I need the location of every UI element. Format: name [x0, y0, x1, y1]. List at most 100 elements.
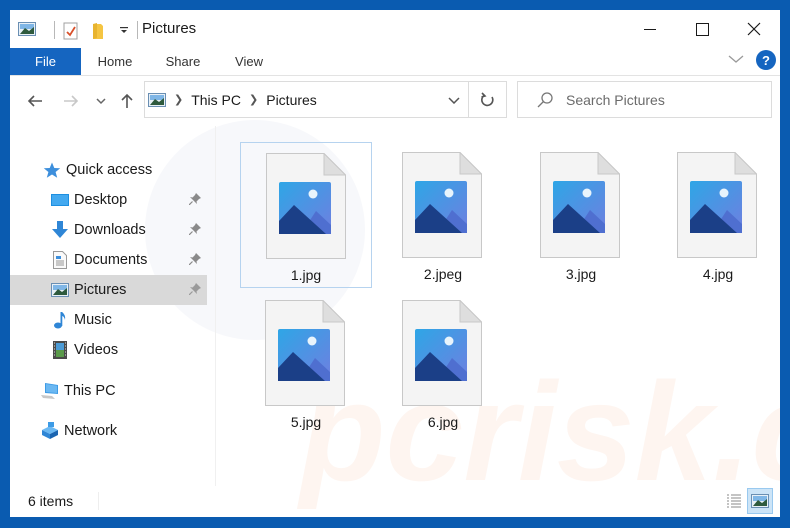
breadcrumb-separator-icon[interactable]: ❯ — [249, 93, 258, 106]
sidebar-item-label: Quick access — [66, 162, 153, 178]
ribbon-tabs: File Home Share View ? — [10, 48, 780, 76]
computer-icon — [40, 382, 60, 400]
forward-button[interactable] — [60, 90, 82, 112]
large-icons-view-icon — [751, 494, 769, 508]
help-button[interactable]: ? — [756, 50, 776, 70]
search-input[interactable] — [566, 90, 761, 110]
address-dropdown-button[interactable] — [440, 82, 468, 117]
sidebar-item-label: Desktop — [74, 192, 128, 208]
sidebar-item-label: Documents — [74, 252, 148, 268]
file-item[interactable]: 2.jpeg — [377, 142, 509, 288]
file-item[interactable]: 3.jpg — [515, 142, 647, 288]
file-name: 2.jpeg — [423, 266, 463, 282]
sidebar-item-downloads[interactable]: Downloads — [10, 215, 207, 245]
minimize-button[interactable] — [624, 10, 676, 48]
navigation-pane: Quick access Desktop Downloads Documents… — [10, 126, 208, 486]
ribbon-controls: ? — [728, 50, 776, 70]
address-bar[interactable]: ❯ This PC ❯ Pictures — [144, 81, 469, 118]
desktop-icon — [50, 191, 70, 209]
breadcrumb: ❯ This PC ❯ Pictures — [145, 82, 317, 117]
breadcrumb-separator-icon[interactable]: ❯ — [174, 93, 183, 106]
image-file-icon — [402, 300, 482, 406]
sidebar-item-this-pc[interactable]: This PC — [10, 376, 207, 406]
minimize-icon — [644, 29, 656, 30]
pictures-folder-icon[interactable] — [18, 22, 36, 38]
toolbar-divider — [137, 21, 138, 39]
search-icon — [537, 92, 553, 108]
details-view-icon — [727, 494, 741, 508]
up-button[interactable] — [118, 90, 136, 112]
tab-home[interactable]: Home — [88, 48, 142, 75]
refresh-button[interactable] — [469, 81, 507, 118]
image-file-icon — [677, 152, 757, 258]
maximize-icon — [695, 22, 709, 36]
status-divider — [98, 492, 99, 510]
sidebar-item-pictures[interactable]: Pictures — [10, 275, 207, 305]
tab-share[interactable]: Share — [158, 48, 208, 75]
close-button[interactable] — [728, 10, 780, 48]
file-name: 6.jpg — [427, 414, 459, 430]
sidebar-item-music[interactable]: Music — [10, 305, 207, 335]
image-file-icon — [265, 300, 345, 406]
recent-locations-button[interactable] — [94, 90, 108, 112]
maximize-button[interactable] — [676, 10, 728, 48]
back-button[interactable] — [24, 90, 46, 112]
window-controls — [624, 10, 780, 48]
sidebar-item-label: This PC — [64, 383, 116, 399]
search-box — [517, 81, 772, 118]
chevron-down-icon — [96, 98, 106, 105]
properties-icon[interactable] — [63, 22, 81, 40]
sidebar-item-quick-access[interactable]: Quick access — [10, 155, 207, 185]
file-explorer-window: pcrisk.com Pictures — [10, 10, 780, 517]
arrow-right-icon — [64, 95, 79, 107]
large-icons-view-button[interactable] — [747, 488, 773, 514]
sidebar-item-label: Network — [64, 423, 118, 439]
status-bar: 6 items — [10, 486, 780, 517]
quick-access-toolbar — [18, 20, 146, 40]
window-title: Pictures — [142, 20, 197, 37]
file-name: 1.jpg — [290, 267, 322, 283]
breadcrumb-this-pc[interactable]: This PC — [191, 92, 241, 108]
details-view-button[interactable] — [721, 488, 747, 514]
image-file-icon — [540, 152, 620, 258]
network-icon — [40, 422, 60, 440]
pin-icon[interactable] — [188, 283, 201, 299]
file-item[interactable]: 5.jpg — [240, 290, 372, 436]
sidebar-item-videos[interactable]: Videos — [10, 335, 207, 365]
file-item[interactable]: 4.jpg — [652, 142, 780, 288]
sidebar-item-desktop[interactable]: Desktop — [10, 185, 207, 215]
customize-dropdown-icon[interactable] — [119, 22, 129, 38]
image-file-icon — [402, 152, 482, 258]
file-item[interactable]: 1.jpg — [240, 142, 372, 288]
sidebar-item-label: Videos — [74, 342, 119, 358]
sidebar-item-network[interactable]: Network — [10, 416, 207, 446]
videos-icon — [50, 341, 70, 359]
pictures-location-icon — [148, 92, 166, 107]
toolbar-divider — [54, 21, 55, 39]
tab-view[interactable]: View — [228, 48, 270, 75]
documents-icon — [50, 251, 70, 269]
sidebar-item-label: Music — [74, 312, 112, 328]
tab-file[interactable]: File — [10, 48, 81, 75]
pin-icon[interactable] — [188, 193, 201, 209]
file-name: 3.jpg — [565, 266, 597, 282]
chevron-down-icon — [728, 55, 744, 63]
arrow-up-icon — [121, 93, 133, 108]
navigation-bar: ❯ This PC ❯ Pictures — [10, 76, 780, 126]
pin-icon[interactable] — [188, 223, 201, 239]
expand-ribbon-button[interactable] — [728, 51, 744, 69]
title-bar: Pictures — [10, 10, 780, 48]
sidebar-item-label: Pictures — [74, 282, 127, 298]
item-count: 6 items — [28, 493, 74, 509]
arrow-left-icon — [27, 95, 42, 107]
star-icon — [42, 161, 62, 179]
close-icon — [747, 22, 761, 36]
breadcrumb-pictures[interactable]: Pictures — [266, 92, 317, 108]
sidebar-item-label: Downloads — [74, 222, 146, 238]
music-icon — [50, 311, 70, 329]
file-item[interactable]: 6.jpg — [377, 290, 509, 436]
pin-icon[interactable] — [188, 253, 201, 269]
download-icon — [50, 221, 70, 239]
new-folder-icon[interactable] — [91, 22, 109, 39]
sidebar-item-documents[interactable]: Documents — [10, 245, 207, 275]
